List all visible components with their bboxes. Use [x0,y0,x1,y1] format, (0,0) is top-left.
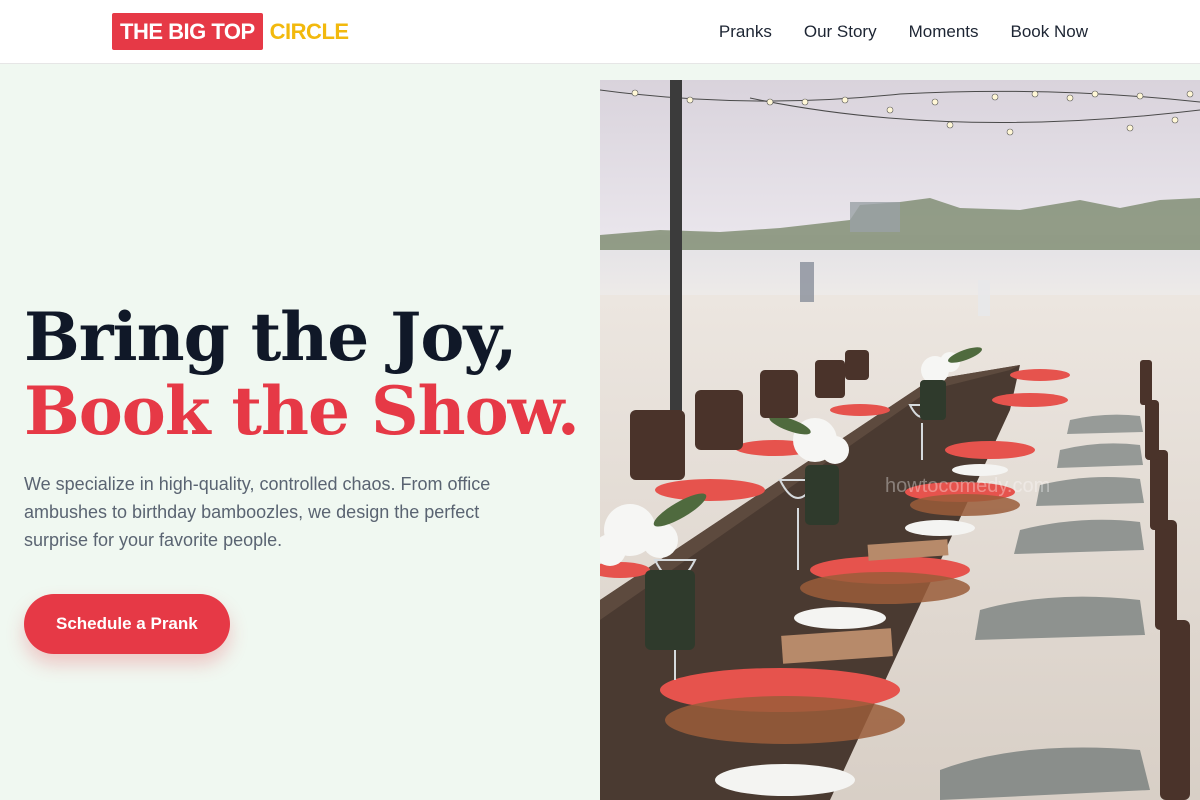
nav-link-pranks[interactable]: Pranks [719,22,772,42]
hero-text: Bring the Joy, Book the Show. We special… [24,300,584,654]
nav-link-moments[interactable]: Moments [909,22,979,42]
logo-main-text: THE BIG TOP [112,13,263,50]
nav-link-our-story[interactable]: Our Story [804,22,877,42]
hero-headline-line1: Bring the Joy, [24,298,517,376]
logo-accent-text: CIRCLE [269,18,349,44]
hero-lead: We specialize in high-quality, controlle… [24,474,491,550]
logo[interactable]: THE BIG TOP CIRCLE [112,13,349,50]
nav-link-book-now[interactable]: Book Now [1011,22,1088,42]
main-nav: Pranks Our Story Moments Book Now [719,0,1088,64]
schedule-prank-button[interactable]: Schedule a Prank [24,594,230,654]
hero-headline-line2: Book the Show. [24,372,580,450]
hero-image-beach-dinner-table: howtocomedy.com [600,80,1200,800]
image-watermark: howtocomedy.com [885,475,1050,497]
site-header: THE BIG TOP CIRCLE Pranks Our Story Mome… [0,0,1200,64]
